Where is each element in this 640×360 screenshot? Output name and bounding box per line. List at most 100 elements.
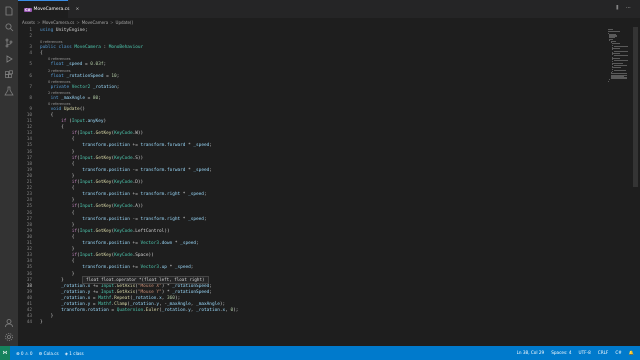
- code-line[interactable]: 27 transform.position -= transform.right…: [18, 217, 608, 223]
- code-line[interactable]: 2: [18, 34, 608, 40]
- code-line[interactable]: 3 public class MoveCamera : MonoBehaviour: [18, 45, 608, 51]
- tab-movecamera[interactable]: C# MoveCamera.cs ×: [18, 0, 79, 18]
- account-icon[interactable]: [4, 318, 14, 328]
- code-text: public class MoveCamera : MonoBehaviour: [40, 45, 144, 51]
- code-line[interactable]: 39 _rotation.y += Input.GetAxis("Mouse Y…: [18, 290, 608, 296]
- minimap-line: [613, 65, 627, 66]
- notifications-icon[interactable]: 🔔: [629, 350, 634, 356]
- code-line[interactable]: 25 if(Input.GetKey(KeyCode.A)): [18, 204, 608, 210]
- line-number: 30: [26, 234, 32, 240]
- code-line[interactable]: 43 }: [18, 314, 608, 320]
- settings-gear-icon[interactable]: [4, 332, 14, 342]
- code-line[interactable]: 10 {: [18, 113, 608, 119]
- files-icon[interactable]: [4, 6, 14, 16]
- minimap-line: [612, 67, 622, 69]
- hover-tooltip: float float.operator *(float left, float…: [82, 276, 209, 284]
- vertical-scrollbar[interactable]: [633, 27, 638, 346]
- line-number: 7: [29, 84, 32, 90]
- code-line[interactable]: 13 if(Input.GetKey(KeyCode.W)): [18, 131, 608, 137]
- line-number: 18: [26, 161, 32, 167]
- code-line[interactable]: 15 transform.position += transform.forwa…: [18, 143, 608, 149]
- breadcrumb-item[interactable]: Update(): [116, 20, 134, 25]
- code-line[interactable]: 9 void Update(): [18, 107, 608, 113]
- problems-status[interactable]: ⊗ 0 ⚠ 0: [16, 351, 33, 356]
- minimap-line: [612, 48, 621, 50]
- code-line[interactable]: 19 transform.position -= transform.forwa…: [18, 168, 608, 174]
- code-line[interactable]: 29 if(Input.GetKey(KeyCode.LeftControl)): [18, 229, 608, 235]
- line-number: 4: [29, 51, 32, 57]
- code-line[interactable]: 31 transform.position += Vector3.down * …: [18, 241, 608, 247]
- code-line[interactable]: 17 if(Input.GetKey(KeyCode.S)): [18, 156, 608, 162]
- search-icon[interactable]: [4, 22, 14, 32]
- line-number: 44: [26, 320, 32, 326]
- minimap-line: [608, 31, 620, 33]
- project-status[interactable]: ⚙ Cola.cs: [39, 351, 59, 356]
- code-text: }: [40, 173, 75, 179]
- minimap-line: [613, 60, 628, 62]
- code-text: transform.position -= transform.right * …: [82, 216, 207, 222]
- code-text: void Update(): [50, 106, 85, 112]
- code-editor[interactable]: 1 using UnityEngine; 2 0 references 3 public …: [18, 27, 608, 346]
- tab-label: MoveCamera.cs: [33, 7, 70, 12]
- breadcrumb-item[interactable]: MoveCamera: [82, 20, 108, 25]
- editor-actions[interactable]: ⫼ ⋯: [616, 5, 634, 11]
- code-text: }: [40, 271, 75, 277]
- code-line[interactable]: 42 transform.rotation = Quaternion.Euler…: [18, 308, 608, 314]
- breadcrumb-item[interactable]: MoveCamera.cs: [42, 20, 74, 25]
- code-line[interactable]: 33 if(Input.GetKey(KeyCode.Space)): [18, 253, 608, 259]
- code-text: float _rotationSpeed = 10;: [50, 73, 120, 79]
- code-line[interactable]: 26 {: [18, 211, 608, 217]
- code-line[interactable]: 44}: [18, 320, 608, 326]
- code-text: }: [40, 149, 75, 155]
- code-text: transform.position += Vector3.up * _spee…: [82, 265, 194, 271]
- extensions-icon[interactable]: [4, 70, 14, 80]
- code-line[interactable]: 7 private Vector2 _rotation;: [18, 85, 608, 91]
- activity-bar: [0, 0, 18, 346]
- breadcrumb-separator: >: [76, 20, 80, 25]
- code-line[interactable]: 21 if(Input.GetKey(KeyCode.D)): [18, 180, 608, 186]
- code-line[interactable]: 1 using UnityEngine;: [18, 28, 608, 34]
- scrollbar-thumb[interactable]: [633, 27, 638, 187]
- code-text: float _speed = 0.03f;: [50, 62, 107, 68]
- code-line[interactable]: 28 }: [18, 223, 608, 229]
- code-text: _rotation.y += Input.GetAxis("Mouse Y") …: [61, 289, 212, 295]
- code-line[interactable]: 11 if (Input.anyKey): [18, 119, 608, 125]
- code-line[interactable]: 5 float _speed = 0.03f;: [18, 62, 608, 68]
- run-debug-icon[interactable]: [4, 54, 14, 64]
- code-line[interactable]: 4{: [18, 51, 608, 57]
- language-mode[interactable]: C#: [615, 350, 621, 356]
- code-line[interactable]: 6 float _rotationSpeed = 10;: [18, 74, 608, 80]
- breadcrumb: Assets > MoveCamera.cs > MoveCamera > Up…: [18, 18, 640, 27]
- line-ending-status[interactable]: CRLF: [598, 350, 609, 356]
- outline-status[interactable]: ◈ 1 class: [65, 351, 84, 356]
- code-text: }: [40, 222, 75, 228]
- code-line[interactable]: 38 _rotation.x += Input.GetAxis("Mouse X…: [18, 284, 608, 290]
- code-line[interactable]: 20 }: [18, 174, 608, 180]
- minimap-line: [612, 43, 621, 45]
- code-line[interactable]: 23 transform.position += transform.right…: [18, 192, 608, 198]
- source-control-icon[interactable]: [4, 38, 14, 48]
- minimap-line: [608, 29, 614, 30]
- code-line[interactable]: 30 {: [18, 235, 608, 241]
- code-line[interactable]: 8 int _maxAngle = 80;: [18, 96, 608, 102]
- close-icon[interactable]: ×: [76, 7, 80, 12]
- code-line[interactable]: 40 _rotation.x = Mathf.Repeat(_rotation.…: [18, 296, 608, 302]
- code-text: }: [40, 320, 43, 326]
- indentation-status[interactable]: Spaces: 4: [551, 350, 571, 356]
- code-line[interactable]: 35 transform.position += Vector3.up * _s…: [18, 265, 608, 271]
- code-text: if(Input.GetKey(KeyCode.LeftControl)): [71, 228, 170, 234]
- code-text: transform.position -= transform.forward …: [82, 167, 212, 173]
- breadcrumb-item[interactable]: Assets: [22, 20, 35, 25]
- breadcrumb-separator: >: [37, 20, 41, 25]
- encoding-status[interactable]: UTF-8: [579, 350, 591, 356]
- test-icon[interactable]: [4, 86, 14, 96]
- minimap[interactable]: [608, 27, 632, 87]
- minimap-line: [613, 50, 629, 52]
- cursor-position[interactable]: Ln 38, Col 29: [517, 350, 545, 356]
- code-line[interactable]: 16 }: [18, 150, 608, 156]
- minimap-line: [613, 45, 629, 47]
- remote-icon[interactable]: ⋈: [0, 346, 10, 360]
- line-number: 36: [26, 271, 32, 277]
- code-line[interactable]: 18 {: [18, 162, 608, 168]
- minimap-line: [610, 41, 616, 42]
